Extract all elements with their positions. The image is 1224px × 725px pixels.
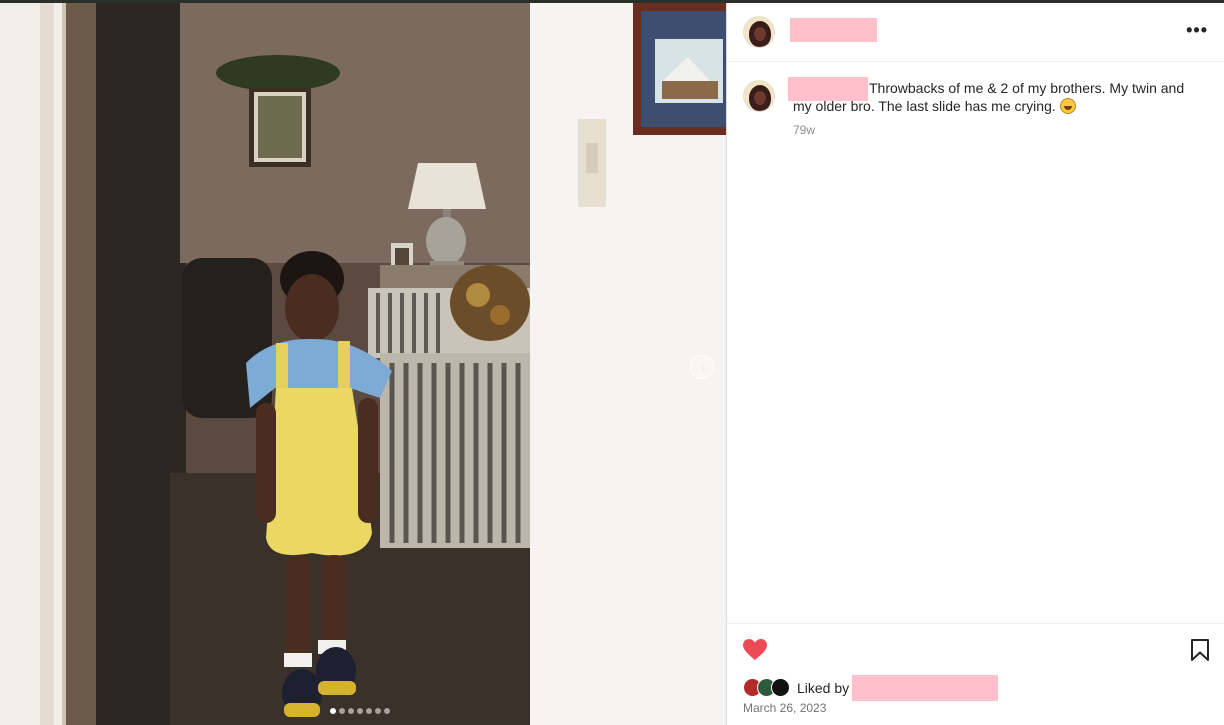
carousel-dot [339, 708, 345, 714]
post-header: ••• [727, 3, 1224, 62]
carousel-dot [384, 708, 390, 714]
post-details-panel: ••• Throwbacks of me & 2 of my brothers.… [726, 3, 1224, 725]
grinning-squinting-face-icon [1059, 98, 1076, 114]
caption-text: Throwbacks of me & 2 of my brothers. My … [793, 79, 1193, 115]
carousel-dot [366, 708, 372, 714]
liker-avatar [771, 678, 790, 697]
post-media[interactable]: › [0, 3, 726, 725]
bookmark-icon[interactable] [1190, 638, 1210, 662]
author-username-redacted[interactable] [790, 18, 877, 42]
carousel-dot [348, 708, 354, 714]
post-age[interactable]: 79w [793, 123, 815, 137]
post-actions: Liked by March 26, 2023 [727, 623, 1224, 725]
next-slide-button[interactable]: › [690, 355, 714, 379]
caption-author-avatar[interactable] [743, 80, 775, 112]
carousel-dot [357, 708, 363, 714]
likes-summary: Liked by [743, 675, 999, 701]
post-photo [0, 3, 726, 725]
liked-by-label: Liked by [797, 680, 850, 696]
liker-avatars[interactable] [743, 678, 795, 698]
chevron-right-icon: › [700, 359, 706, 375]
more-options-icon[interactable]: ••• [1186, 20, 1208, 41]
post-date[interactable]: March 26, 2023 [743, 701, 826, 715]
carousel-dot [375, 708, 381, 714]
carousel-indicator [330, 708, 390, 714]
liker-username-redacted[interactable] [852, 675, 999, 701]
like-heart-icon[interactable] [742, 638, 768, 662]
carousel-dot-active [330, 708, 336, 714]
author-avatar[interactable] [743, 16, 775, 48]
